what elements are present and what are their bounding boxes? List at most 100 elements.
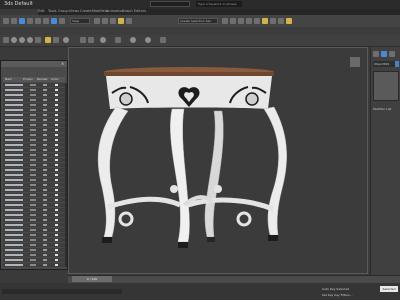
render-toggle[interactable]: [43, 84, 47, 86]
sphere-icon[interactable]: [11, 37, 17, 43]
frozen-toggle[interactable]: [30, 174, 36, 176]
render-toggle[interactable]: [43, 244, 47, 246]
cone-icon[interactable]: [100, 37, 106, 43]
render-toggle[interactable]: [43, 129, 47, 131]
scale-icon[interactable]: [43, 18, 49, 24]
frozen-toggle[interactable]: [30, 119, 36, 121]
render-toggle[interactable]: [43, 209, 47, 211]
render-toggle[interactable]: [43, 104, 47, 106]
column-header-render[interactable]: Render: [37, 77, 48, 81]
frozen-toggle[interactable]: [30, 224, 36, 226]
frozen-toggle[interactable]: [30, 184, 36, 186]
render-toggle[interactable]: [43, 164, 47, 166]
render-toggle[interactable]: [43, 114, 47, 116]
modifier-list-label[interactable]: Modifier List: [373, 107, 399, 112]
render-toggle[interactable]: [43, 144, 47, 146]
reference-coord-dropdown[interactable]: View: [70, 18, 90, 24]
maxscript-listener[interactable]: [2, 289, 122, 294]
render-toggle[interactable]: [43, 179, 47, 181]
frozen-toggle[interactable]: [30, 219, 36, 221]
frozen-toggle[interactable]: [30, 94, 36, 96]
spinner-snap-icon[interactable]: [126, 18, 132, 24]
render-toggle[interactable]: [43, 159, 47, 161]
frozen-toggle[interactable]: [30, 204, 36, 206]
spindle-icon[interactable]: [160, 37, 166, 43]
frozen-toggle[interactable]: [30, 159, 36, 161]
workspace-dropdown[interactable]: [150, 1, 190, 7]
percent-snap-icon[interactable]: [118, 18, 124, 24]
frozen-toggle[interactable]: [30, 134, 36, 136]
angle-snap-icon[interactable]: [110, 18, 116, 24]
render-toggle[interactable]: [43, 149, 47, 151]
hierarchy-tab-icon[interactable]: [389, 51, 395, 57]
frozen-toggle[interactable]: [30, 109, 36, 111]
frozen-toggle[interactable]: [30, 89, 36, 91]
tube-icon[interactable]: [88, 37, 94, 43]
pivot-icon[interactable]: [94, 18, 100, 24]
frozen-toggle[interactable]: [30, 199, 36, 201]
torus-icon[interactable]: [27, 37, 33, 43]
column-header-name[interactable]: Nam: [5, 77, 12, 81]
camera-icon[interactable]: [53, 37, 59, 43]
light-icon[interactable]: [45, 37, 51, 43]
frozen-toggle[interactable]: [30, 164, 36, 166]
capsule-icon[interactable]: [145, 37, 151, 43]
stool-model[interactable]: [68, 47, 370, 275]
render-toggle[interactable]: [43, 214, 47, 216]
menu-create[interactable]: Create: [80, 9, 92, 13]
box-icon[interactable]: [3, 37, 9, 43]
frozen-toggle[interactable]: [30, 234, 36, 236]
key-mode-dropdown[interactable]: Selected: [380, 286, 398, 292]
scrollbar[interactable]: [65, 83, 67, 267]
frozen-toggle[interactable]: [30, 249, 36, 251]
select-icon[interactable]: [19, 18, 25, 24]
render-toggle[interactable]: [43, 174, 47, 176]
frozen-toggle[interactable]: [30, 214, 36, 216]
frozen-toggle[interactable]: [30, 84, 36, 86]
hedra-icon[interactable]: [130, 37, 136, 43]
create-tab-icon[interactable]: [373, 51, 379, 57]
frozen-toggle[interactable]: [30, 254, 36, 256]
frozen-toggle[interactable]: [30, 244, 36, 246]
render-frame-icon[interactable]: [278, 18, 284, 24]
column-header-color[interactable]: Color: [51, 77, 59, 81]
frozen-toggle[interactable]: [30, 114, 36, 116]
render-toggle[interactable]: [43, 224, 47, 226]
object-color-swatch[interactable]: [395, 61, 399, 67]
render-toggle[interactable]: [43, 199, 47, 201]
render-toggle[interactable]: [43, 119, 47, 121]
redo-icon[interactable]: [11, 18, 17, 24]
frozen-toggle[interactable]: [30, 189, 36, 191]
frozen-toggle[interactable]: [30, 139, 36, 141]
render-toggle[interactable]: [43, 239, 47, 241]
menu-graph-editors[interactable]: Graph Editors: [122, 9, 146, 13]
render-toggle[interactable]: [43, 124, 47, 126]
frozen-toggle[interactable]: [30, 239, 36, 241]
mirror-icon[interactable]: [222, 18, 228, 24]
render-toggle[interactable]: [43, 154, 47, 156]
undo-icon[interactable]: [3, 18, 9, 24]
modify-tab-icon[interactable]: [381, 51, 387, 57]
pyramid-icon[interactable]: [115, 37, 121, 43]
render-toggle[interactable]: [43, 194, 47, 196]
frozen-toggle[interactable]: [30, 129, 36, 131]
curve-editor-icon[interactable]: [246, 18, 252, 24]
column-header-frozen[interactable]: Frozen: [23, 77, 33, 81]
link-icon[interactable]: [59, 18, 65, 24]
rotate-icon[interactable]: [35, 18, 41, 24]
render-toggle[interactable]: [43, 259, 47, 261]
render-setup-icon[interactable]: [270, 18, 276, 24]
render-toggle[interactable]: [43, 204, 47, 206]
render-toggle[interactable]: [43, 169, 47, 171]
teapot-icon[interactable]: [35, 37, 41, 43]
frozen-toggle[interactable]: [30, 209, 36, 211]
render-toggle[interactable]: [43, 139, 47, 141]
frozen-toggle[interactable]: [30, 259, 36, 261]
geosphere-icon[interactable]: [63, 37, 69, 43]
render-toggle[interactable]: [43, 184, 47, 186]
frozen-toggle[interactable]: [30, 154, 36, 156]
search-input[interactable]: Type a keyword or phrase: [196, 1, 242, 7]
frozen-toggle[interactable]: [30, 179, 36, 181]
schematic-icon[interactable]: [254, 18, 260, 24]
layer-icon[interactable]: [238, 18, 244, 24]
